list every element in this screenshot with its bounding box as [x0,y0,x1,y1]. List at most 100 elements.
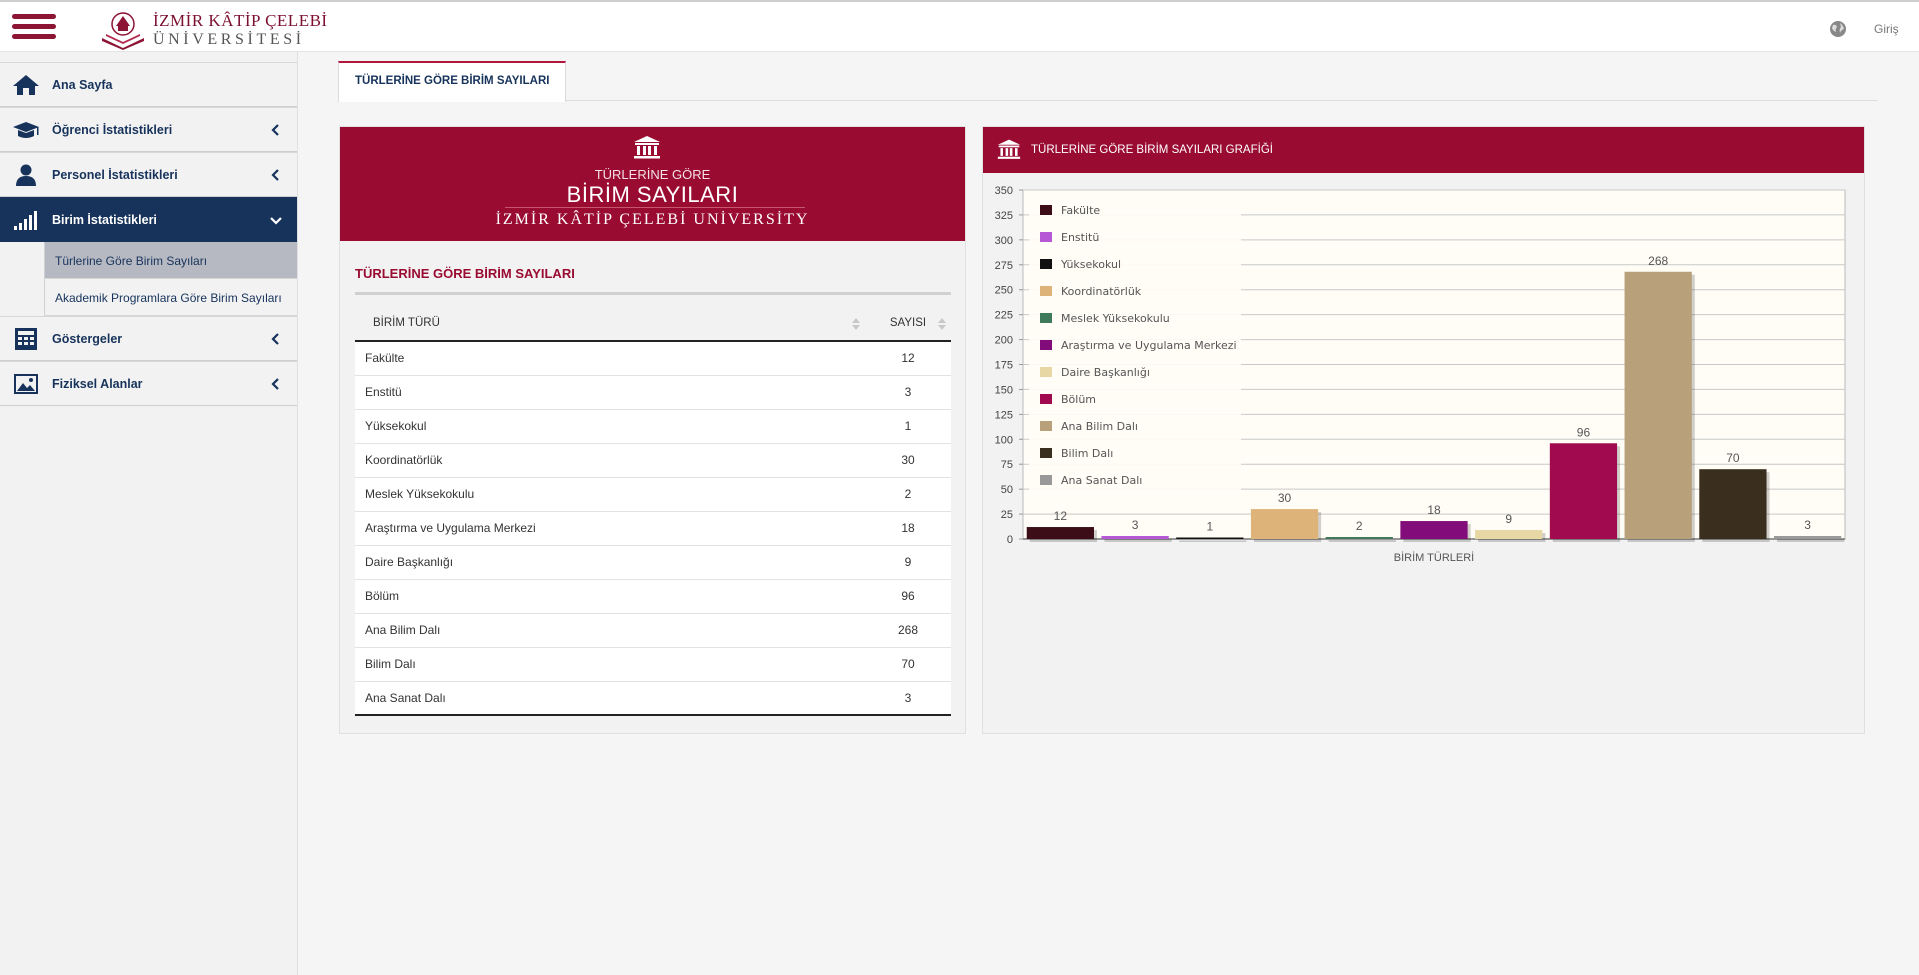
data-label: 3 [1804,518,1811,532]
legend-label: Meslek Yüksekokulu [1061,312,1170,325]
y-tick-label: 325 [995,210,1013,222]
banner-subtitle: TÜRLERİNE GÖRE [594,167,711,182]
bar-shadow [1328,540,1396,542]
home-icon [13,75,39,95]
institution-icon [634,136,660,159]
cell-unit-type: Meslek Yüksekokulu [355,477,865,512]
legend-label: Araştırma ve Uygulama Merkezi [1061,339,1237,352]
graduation-cap-icon [13,122,39,138]
cell-unit-type: Koordinatörlük [355,443,865,478]
bar [1624,271,1692,539]
legend-swatch [1040,394,1052,404]
legend-swatch [1040,475,1052,485]
institution-icon [997,139,1021,159]
banner-title: BİRİM SAYILARI [566,182,739,207]
y-tick-label: 225 [995,310,1013,322]
data-label: 268 [1648,254,1668,268]
chart-panel-header: TÜRLERİNE GÖRE BİRİM SAYILARI GRAFİĞİ [983,127,1864,173]
table-row: Yüksekokul 1 [355,409,951,444]
sidebar-item-label: Birim İstatistikleri [52,213,157,227]
login-link[interactable]: Giriş [1874,22,1899,36]
sidebar-subitem-units-by-type[interactable]: Türlerine Göre Birim Sayıları [44,242,297,279]
legend-label: Bilim Dalı [1061,447,1113,460]
bar [1475,530,1543,539]
y-tick-label: 100 [995,434,1013,446]
tab-units-by-type[interactable]: TÜRLERİNE GÖRE BİRİM SAYILARI [338,61,567,102]
table-row: Koordinatörlük 30 [355,443,951,478]
chevron-left-icon [271,124,279,136]
data-label: 12 [1054,509,1068,523]
legend-swatch [1040,205,1052,215]
bar [1176,537,1244,539]
tab-bar: TÜRLERİNE GÖRE BİRİM SAYILARI [338,61,1878,102]
sidebar-item-label: Öğrenci İstatistikleri [52,123,173,137]
cell-unit-type: Araştırma ve Uygulama Merkezi [355,511,865,546]
column-header-label: BİRİM TÜRÜ [373,316,440,329]
legend-label: Ana Sanat Dalı [1061,474,1142,487]
cell-count: 18 [865,511,951,546]
sidebar-item-staff-statistics[interactable]: Personel İstatistikleri [0,152,297,197]
sidebar: Ana Sayfa Öğrenci İstatistikleri Persone… [0,52,298,975]
sidebar-item-label: Ana Sayfa [52,78,113,92]
y-tick-label: 25 [1001,509,1013,521]
cell-count: 3 [865,375,951,410]
y-tick-label: 200 [995,335,1013,347]
user-icon [16,164,36,186]
y-tick-label: 125 [995,409,1013,421]
bar [1026,527,1094,539]
data-label: 70 [1726,451,1740,465]
logo-subtitle: ÜNİVERSİTESİ [153,31,305,48]
bar-shadow [1104,539,1172,542]
cell-count: 70 [865,647,951,682]
globe-icon[interactable] [1829,20,1847,38]
cell-unit-type: Bölüm [355,579,865,614]
signal-bars-icon [14,211,37,230]
table-row: Daire Başkanlığı 9 [355,545,951,580]
cell-count: 30 [865,443,951,478]
y-tick-label: 275 [995,260,1013,272]
bar [1101,536,1169,539]
y-tick-label: 175 [995,360,1013,372]
legend-swatch [1040,367,1052,377]
cell-count: 268 [865,613,951,648]
legend-label: Enstitü [1061,231,1099,244]
column-header-unit-type[interactable]: BİRİM TÜRÜ [355,305,865,342]
legend-label: Ana Bilim Dalı [1061,420,1138,433]
data-label: 96 [1577,425,1591,439]
y-tick-label: 250 [995,285,1013,297]
sidebar-item-unit-statistics[interactable]: Birim İstatistikleri [0,197,297,242]
sidebar-item-physical-areas[interactable]: Fiziksel Alanlar [0,361,297,406]
chart-panel: TÜRLERİNE GÖRE BİRİM SAYILARI GRAFİĞİ 0 2… [982,126,1865,734]
y-tick-label: 50 [1001,484,1013,496]
y-tick-label: 75 [1001,459,1013,471]
y-tick-label: 300 [995,235,1013,247]
table-row: Bilim Dalı 70 [355,647,951,682]
table-row: Ana Bilim Dalı 268 [355,613,951,648]
divider [355,292,951,295]
table-row: Ana Sanat Dalı 3 [355,681,951,716]
cell-unit-type: Yüksekokul [355,409,865,444]
bar [1400,521,1468,539]
chart-panel-title: TÜRLERİNE GÖRE BİRİM SAYILARI GRAFİĞİ [1031,144,1273,156]
bar-shadow [1777,539,1845,542]
summary-panel: TÜRLERİNE GÖRE BİRİM SAYILARI İZMİR KÂTİ… [339,126,966,734]
cell-unit-type: Daire Başkanlığı [355,545,865,580]
legend-swatch [1040,313,1052,323]
top-bar: İZMİR KÂTİP ÇELEBİ ÜNİVERSİTESİ Giriş [0,0,1919,52]
table-row: Bölüm 96 [355,579,951,614]
sidebar-item-label: Personel İstatistikleri [52,168,178,182]
cell-unit-type: Fakülte [355,341,865,376]
column-header-count[interactable]: SAYISI [865,305,951,342]
legend-swatch [1040,286,1052,296]
data-label: 30 [1278,491,1292,505]
sidebar-item-indicators[interactable]: Göstergeler [0,316,297,361]
sidebar-item-home[interactable]: Ana Sayfa [0,62,297,107]
sidebar-item-student-statistics[interactable]: Öğrenci İstatistikleri [0,107,297,152]
cell-unit-type: Ana Sanat Dalı [355,681,865,716]
university-logo[interactable]: İZMİR KÂTİP ÇELEBİ ÜNİVERSİTESİ [98,8,327,50]
sidebar-subitem-units-by-program[interactable]: Akademik Programlara Göre Birim Sayıları [44,279,297,316]
hamburger-menu-icon[interactable] [12,14,56,44]
bar [1250,509,1319,539]
table-header-row: BİRİM TÜRÜ SAYISI [355,305,951,342]
legend-swatch [1040,448,1052,458]
